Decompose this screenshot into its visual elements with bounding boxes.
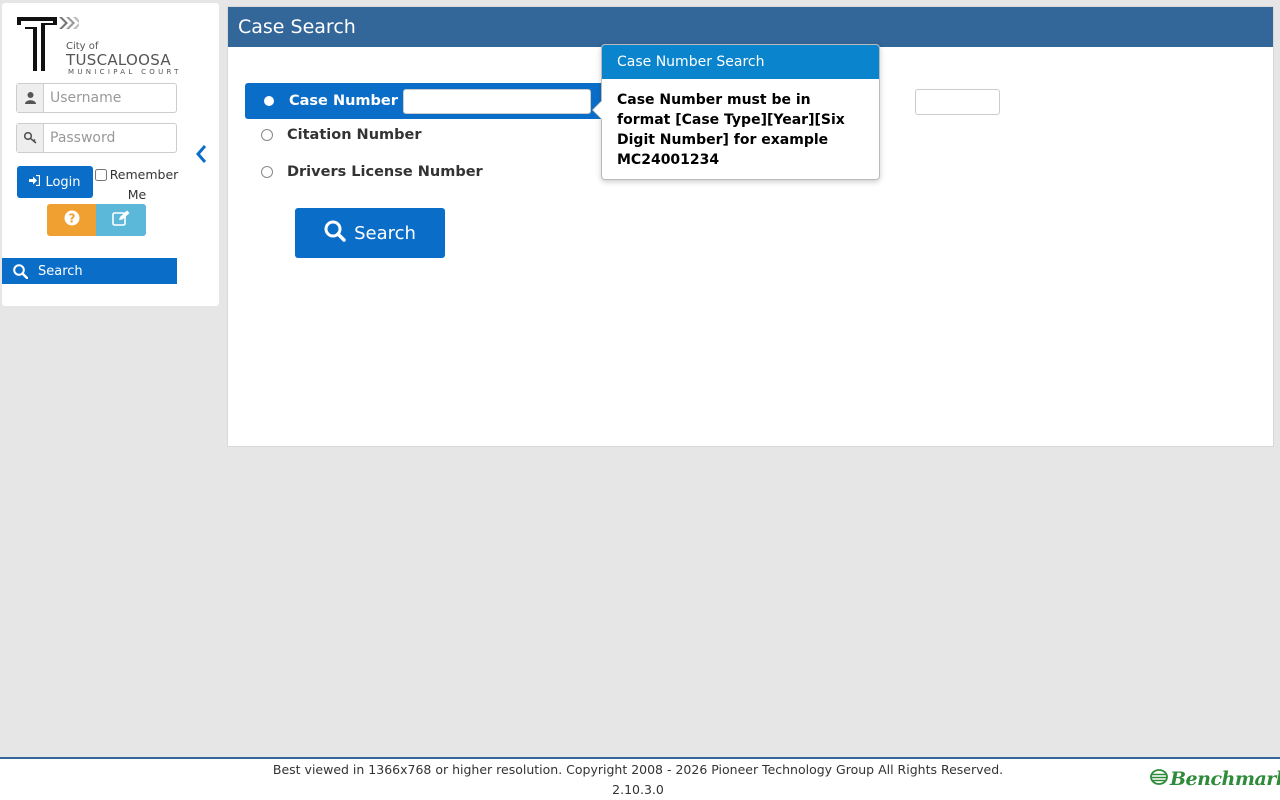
sidebar-item-search[interactable]: Search (2, 258, 177, 284)
logo-subtitle: MUNICIPAL COURT (68, 68, 182, 76)
drivers-license-radio[interactable] (261, 166, 273, 178)
brand-name: Benchmark (1170, 768, 1280, 790)
login-button[interactable]: Login (17, 166, 93, 198)
citation-number-radio[interactable] (261, 129, 273, 141)
drivers-license-label: Drivers License Number (287, 164, 483, 180)
search-icon (2, 263, 38, 279)
user-icon (17, 84, 44, 112)
sidebar-item-label: Search (38, 263, 83, 279)
collapse-sidebar-button[interactable] (191, 144, 211, 168)
search-button-label: Search (354, 222, 416, 244)
tuscaloosa-logo: City of TUSCALOOSA MUNICIPAL COURT (17, 15, 182, 77)
secondary-input[interactable] (915, 89, 1000, 115)
search-icon (324, 220, 346, 247)
username-field (16, 83, 177, 113)
citation-number-label: Citation Number (287, 127, 422, 143)
chevron-left-icon (195, 144, 207, 168)
register-button[interactable] (96, 204, 146, 236)
password-input[interactable] (44, 124, 176, 152)
help-button[interactable]: ? (47, 204, 96, 236)
username-input[interactable] (44, 84, 176, 112)
popover-title: Case Number Search (602, 45, 879, 79)
page-title: Case Search (228, 7, 1273, 47)
benchmark-globe-icon (1150, 769, 1168, 789)
logo-name: TUSCALOOSA (66, 51, 171, 69)
case-number-radio[interactable] (263, 95, 275, 107)
login-label: Login (45, 174, 81, 190)
option-drivers-license[interactable]: Drivers License Number (261, 164, 483, 180)
remember-me-checkbox[interactable] (95, 169, 107, 181)
version-text: 2.10.3.0 (612, 782, 664, 797)
copyright-text: Best viewed in 1366x768 or higher resolu… (272, 762, 1004, 777)
sign-in-icon (29, 174, 41, 190)
option-case-number[interactable]: Case Number (245, 83, 620, 119)
benchmark-logo: Benchmark (1150, 768, 1280, 790)
question-circle-icon: ? (64, 210, 80, 230)
key-icon (17, 124, 44, 152)
svg-text:?: ? (68, 212, 75, 226)
remember-me: Remember Me (94, 165, 180, 205)
password-field (16, 123, 177, 153)
search-button[interactable]: Search (295, 208, 445, 258)
case-number-label: Case Number (289, 93, 398, 109)
case-number-input[interactable] (403, 89, 591, 114)
case-number-popover: Case Number Search Case Number must be i… (592, 44, 880, 180)
option-citation-number[interactable]: Citation Number (261, 127, 422, 143)
remember-label: Remember (109, 167, 179, 182)
sidebar: City of TUSCALOOSA MUNICIPAL COURT Login… (2, 3, 219, 306)
remember-label-me: Me (127, 187, 147, 202)
footer: Best viewed in 1366x768 or higher resolu… (0, 757, 1280, 800)
popover-body: Case Number must be in format [Case Type… (617, 92, 845, 168)
edit-icon (112, 210, 130, 230)
